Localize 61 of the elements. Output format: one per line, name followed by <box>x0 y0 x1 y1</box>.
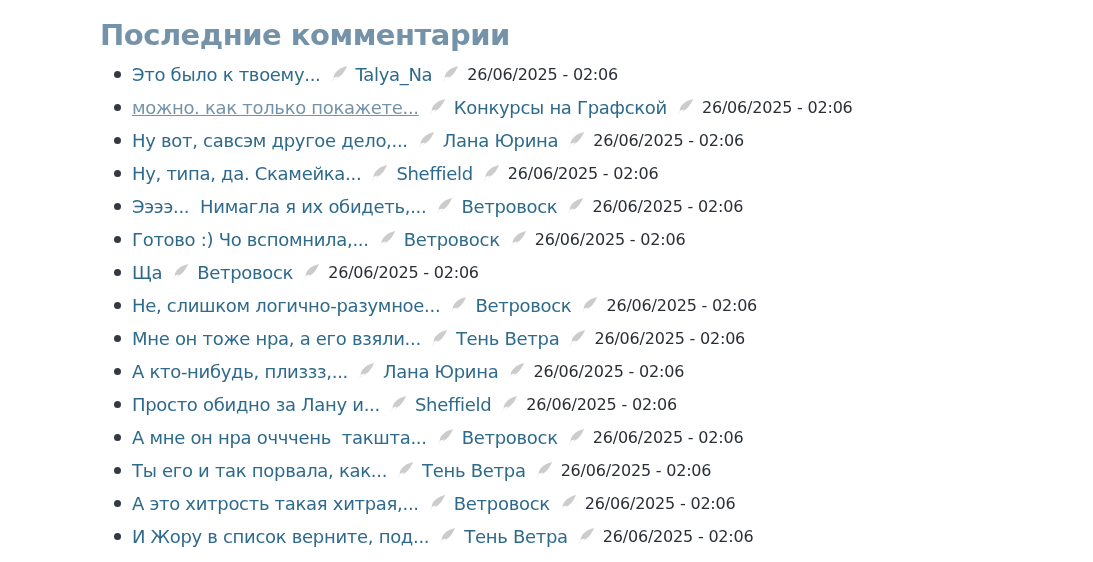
bullet-icon <box>114 71 121 78</box>
author-link[interactable]: Конкурсы на Графской <box>453 97 667 118</box>
comment-link[interactable]: И Жору в список верните, под... <box>132 526 430 547</box>
comment-date: 26/06/2025 - 02:06 <box>584 494 736 513</box>
bullet-icon <box>114 533 121 540</box>
bullet-icon <box>114 500 121 507</box>
comment-link[interactable]: Мне он тоже нра, а его взяли... <box>132 328 421 349</box>
author-link[interactable]: Sheffield <box>396 163 473 184</box>
comment-link[interactable]: А мне он нра очччень такшта... <box>132 427 427 448</box>
author-link[interactable]: Лана Юрина <box>442 130 559 151</box>
bullet-icon <box>114 269 121 276</box>
author-link[interactable]: Ветровоск <box>475 295 572 316</box>
bullet-icon <box>114 137 121 144</box>
comment-link[interactable]: Ща <box>132 262 163 283</box>
author-link[interactable]: Тень Ветра <box>464 526 568 547</box>
author-link[interactable]: Тень Ветра <box>422 460 526 481</box>
bullet-icon <box>114 434 121 441</box>
comment-date: 26/06/2025 - 02:06 <box>533 362 685 381</box>
bullet-icon <box>114 302 121 309</box>
bullet-icon <box>114 401 121 408</box>
comment-date: 26/06/2025 - 02:06 <box>467 65 619 84</box>
bullet-icon <box>114 467 121 474</box>
comment-link[interactable]: Это было к твоему... <box>132 64 321 85</box>
bullet-icon <box>114 104 121 111</box>
bullet-icon <box>114 203 121 210</box>
comment-link[interactable]: Ну, типа, да. Скамейка... <box>132 163 362 184</box>
section-heading: Последние комментарии <box>100 18 511 52</box>
comment-date: 26/06/2025 - 02:06 <box>594 329 746 348</box>
comment-date: 26/06/2025 - 02:06 <box>606 296 758 315</box>
author-link[interactable]: Ветровоск <box>461 196 558 217</box>
comment-date: 26/06/2025 - 02:06 <box>593 131 744 150</box>
comment-link[interactable]: Ты его и так порвала, как... <box>132 460 388 481</box>
bullet-icon <box>114 170 121 177</box>
comment-link[interactable]: Готово :) Чо вспомнила,... <box>132 229 369 250</box>
comment-date: 26/06/2025 - 02:06 <box>526 395 678 414</box>
comment-date: 26/06/2025 - 02:06 <box>592 428 744 447</box>
comment-link[interactable]: А кто-нибудь, плиззз,... <box>132 361 348 382</box>
author-link[interactable]: Talya_Na <box>355 64 433 85</box>
comment-link[interactable]: Ну вот, савсэм другое дело,... <box>132 130 408 151</box>
author-link[interactable]: Ветровоск <box>403 229 500 250</box>
author-link[interactable]: Лана Юрина <box>383 361 499 382</box>
comment-date: 26/06/2025 - 02:06 <box>602 527 754 546</box>
author-link[interactable]: Ветровоск <box>461 427 558 448</box>
comment-date: 26/06/2025 - 02:06 <box>328 263 479 282</box>
comment-date: 26/06/2025 - 02:06 <box>560 461 712 480</box>
comment-link[interactable]: можно. как только покажете... <box>132 97 419 118</box>
author-link[interactable]: Sheffield <box>414 394 492 415</box>
author-link[interactable]: Тень Ветра <box>455 328 560 349</box>
author-link[interactable]: Ветровоск <box>453 493 550 514</box>
comment-date: 26/06/2025 - 02:06 <box>507 164 659 183</box>
author-link[interactable]: Ветровоск <box>197 262 294 283</box>
bullet-icon <box>114 368 121 375</box>
comment-link[interactable]: Не, слишком логично-разумное... <box>132 295 441 316</box>
comment-date: 26/06/2025 - 02:06 <box>592 197 744 216</box>
comment-date: 26/06/2025 - 02:06 <box>534 230 686 249</box>
comment-link[interactable]: Ээээ... Нимагла я их обидеть,... <box>132 196 427 217</box>
comment-link[interactable]: А это хитрость такая хитрая,... <box>132 493 419 514</box>
comment-date: 26/06/2025 - 02:06 <box>701 98 853 117</box>
bullet-icon <box>114 236 121 243</box>
bullet-icon <box>114 335 121 342</box>
comment-link[interactable]: Просто обидно за Лану и... <box>132 394 380 415</box>
